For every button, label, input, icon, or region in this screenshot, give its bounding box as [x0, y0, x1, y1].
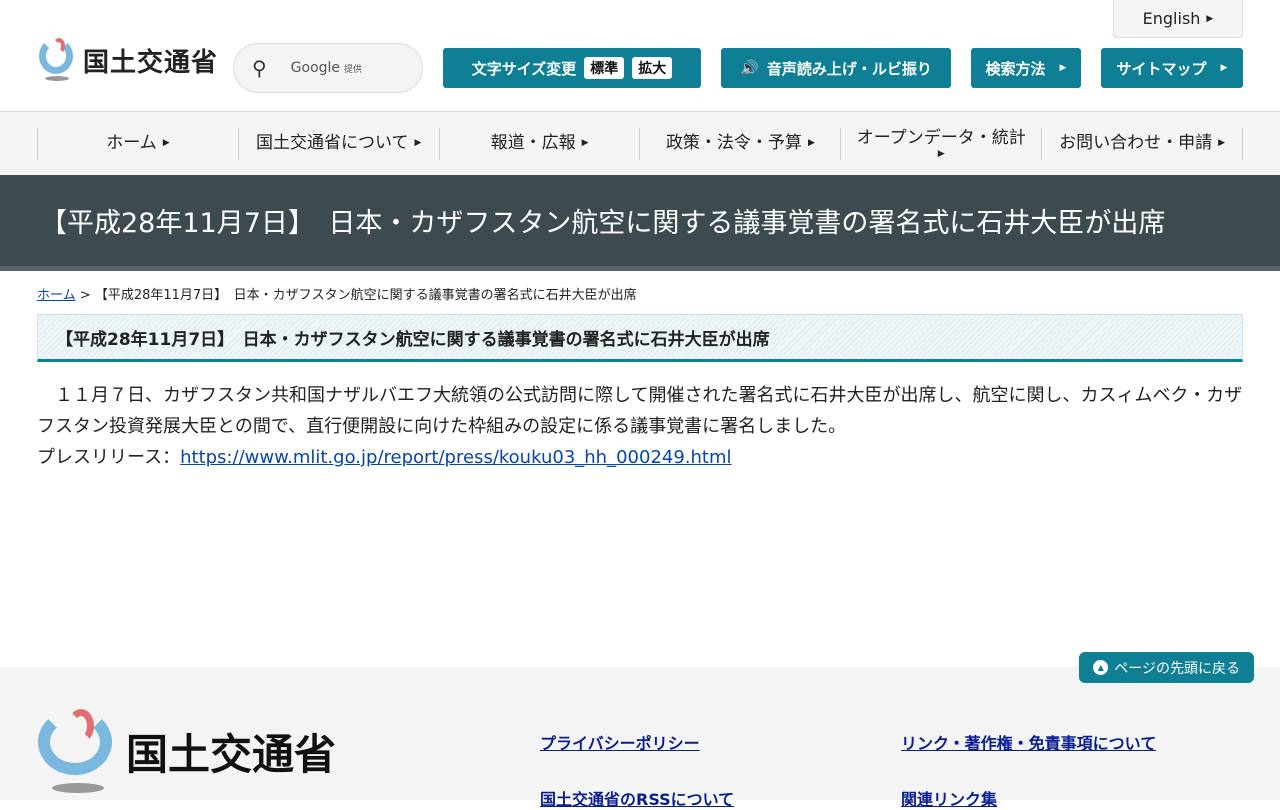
- back-to-top-button[interactable]: ▲ ページの先頭に戻る: [1079, 652, 1254, 683]
- article-paragraph: １１月７日、カザフスタン共和国ナザルバエフ大統領の公式訪問に際して開催された署名…: [37, 385, 1243, 437]
- english-button[interactable]: English ▶: [1113, 0, 1243, 38]
- english-label: English: [1142, 9, 1201, 28]
- press-release-label: プレスリリース：: [37, 447, 181, 468]
- arrow-right-icon: ▶: [1218, 137, 1226, 148]
- arrow-right-icon: ▶: [581, 137, 589, 148]
- read-aloud-button[interactable]: 🔊 音声読み上げ・ルビ振り: [721, 48, 951, 88]
- article-heading: 【平成28年11月7日】 日本・カザフスタン航空に関する議事覚書の署名式に石井大…: [37, 314, 1243, 362]
- back-to-top-label: ページの先頭に戻る: [1114, 660, 1240, 677]
- footer-link-privacy[interactable]: プライバシーポリシー: [540, 730, 700, 754]
- nav-label: オープンデータ・統計: [856, 127, 1026, 148]
- nav-label: ホーム: [106, 133, 157, 154]
- arrow-right-icon: ▶: [1220, 63, 1228, 73]
- font-large-button[interactable]: 拡大: [632, 57, 673, 79]
- breadcrumb-current: 【平成28年11月7日】 日本・カザフスタン航空に関する議事覚書の署名式に石井大…: [94, 288, 637, 303]
- search-icon[interactable]: ⚲: [252, 56, 267, 80]
- search-method-label: 検索方法: [985, 59, 1046, 78]
- read-aloud-label: 音声読み上げ・ルビ振り: [766, 59, 932, 78]
- breadcrumb-separator: >: [79, 288, 91, 303]
- sitemap-button[interactable]: サイトマップ ▶: [1101, 48, 1243, 88]
- logo-text: 国土交通省: [83, 47, 219, 78]
- footer-link-related[interactable]: 関連リンク集: [901, 786, 997, 810]
- nav-label: 国土交通省について: [256, 133, 409, 154]
- arrow-right-icon: ▶: [162, 137, 170, 148]
- logo-emblem-icon: [37, 38, 77, 82]
- font-size-label: 文字サイズ変更: [471, 59, 577, 78]
- font-standard-button[interactable]: 標準: [584, 57, 625, 79]
- page-title-banner: 【平成28年11月7日】 日本・カザフスタン航空に関する議事覚書の署名式に石井大…: [0, 175, 1280, 271]
- nav-label: 報道・広報: [490, 133, 576, 154]
- arrow-right-icon: ▶: [937, 148, 945, 159]
- logo-emblem-icon: [38, 709, 112, 793]
- nav-item-opendata[interactable]: オープンデータ・統計 ▶: [840, 127, 1041, 160]
- footer: 国土交通省 プライバシーポリシー リンク・著作権・免責事項について 国土交通省の…: [0, 667, 1280, 809]
- heading-text: 【平成28年11月7日】 日本・カザフスタン航空に関する議事覚書の署名式に石井大…: [56, 329, 770, 350]
- arrow-up-icon: ▲: [1093, 660, 1109, 675]
- nav-item-contact[interactable]: お問い合わせ・申請 ▶: [1041, 127, 1243, 160]
- nav-label: お問い合わせ・申請: [1059, 133, 1213, 154]
- footer-logo[interactable]: 国土交通省: [38, 709, 336, 793]
- press-release-link[interactable]: https://www.mlit.go.jp/report/press/kouk…: [180, 447, 731, 468]
- nav-item-about[interactable]: 国土交通省について ▶: [237, 127, 439, 160]
- arrow-right-icon: ▶: [1059, 63, 1067, 73]
- nav-item-policy[interactable]: 政策・法令・予算 ▶: [639, 127, 840, 160]
- search-method-button[interactable]: 検索方法 ▶: [971, 48, 1081, 88]
- page-title: 【平成28年11月7日】 日本・カザフスタン航空に関する議事覚書の署名式に石井大…: [40, 208, 1166, 239]
- footer-logo-text: 国土交通省: [126, 729, 337, 779]
- sitemap-label: サイトマップ: [1116, 59, 1207, 78]
- breadcrumb-home-link[interactable]: ホーム: [37, 288, 76, 303]
- footer-link-copyright[interactable]: リンク・著作権・免責事項について: [901, 730, 1156, 754]
- nav-item-press[interactable]: 報道・広報 ▶: [438, 127, 640, 160]
- font-size-control: 文字サイズ変更 標準 拡大: [443, 48, 701, 88]
- arrow-right-icon: ▶: [414, 137, 422, 148]
- speaker-icon: 🔊: [740, 59, 759, 77]
- search-label: Google: [290, 60, 341, 76]
- footer-link-rss[interactable]: 国土交通省のRSSについて: [540, 786, 734, 810]
- nav-label: 政策・法令・予算: [665, 133, 802, 154]
- nav-item-home[interactable]: ホーム ▶: [37, 127, 238, 160]
- article-body: １１月７日、カザフスタン共和国ナザルバエフ大統領の公式訪問に際して開催された署名…: [37, 380, 1247, 473]
- mlit-logo[interactable]: 国土交通省: [37, 38, 218, 82]
- breadcrumb: ホーム > 【平成28年11月7日】 日本・カザフスタン航空に関する議事覚書の署…: [37, 284, 637, 303]
- arrow-right-icon: ▶: [1206, 13, 1214, 24]
- search-box[interactable]: ⚲ Google 提供: [233, 43, 423, 93]
- arrow-right-icon: ▶: [807, 137, 815, 148]
- search-sub: 提供: [344, 65, 363, 75]
- global-nav: ホーム ▶ 国土交通省について ▶ 報道・広報 ▶ 政策・法令・予算 ▶ オープンデータ…: [0, 111, 1280, 175]
